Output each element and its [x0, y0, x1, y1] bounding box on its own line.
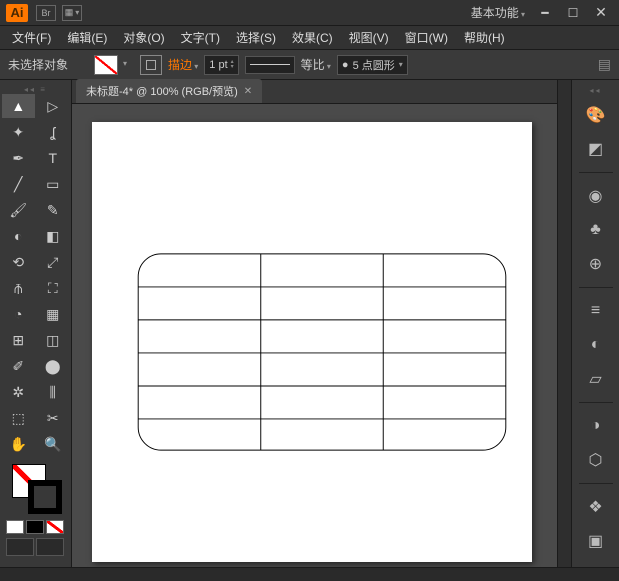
document-tab-strip: 未标题-4* @ 100% (RGB/预览) ✕: [72, 80, 557, 104]
menu-effect[interactable]: 效果(C): [284, 26, 341, 49]
fill-swatch[interactable]: [94, 55, 118, 75]
zoom-tool[interactable]: 🔍: [37, 432, 70, 456]
document-tab[interactable]: 未标题-4* @ 100% (RGB/预览) ✕: [76, 79, 262, 103]
menu-type[interactable]: 文字(T): [173, 26, 228, 49]
color-mode-solid[interactable]: [6, 520, 24, 534]
menu-bar: 文件(F) 编辑(E) 对象(O) 文字(T) 选择(S) 效果(C) 视图(V…: [0, 26, 619, 50]
menu-object[interactable]: 对象(O): [115, 26, 172, 49]
brushes-panel-icon[interactable]: ♣: [581, 217, 611, 243]
free-transform-tool[interactable]: ⛶: [37, 276, 70, 300]
maximize-button[interactable]: ☐: [561, 4, 585, 22]
tools-panel: ◂◂ ≡ ▲ ▷ ✦ ʆ ✒ T ╱ ▭ 🖌 ✎ ◐ ◧ ⟲ ⤢ ⫚ ⛶ ◔ ▦…: [0, 80, 72, 567]
stroke-weight-value: 1 pt: [209, 59, 227, 71]
selection-status: 未选择对象: [8, 56, 68, 73]
stroke-style-preview[interactable]: [245, 56, 295, 74]
pencil-tool[interactable]: ✎: [37, 198, 70, 222]
symbol-sprayer-tool[interactable]: ✲: [2, 380, 35, 404]
fill-stroke-control[interactable]: [2, 462, 69, 516]
close-tab-icon[interactable]: ✕: [244, 86, 252, 97]
swatches-panel-icon[interactable]: ◉: [581, 183, 611, 209]
stroke-label[interactable]: 描边: [168, 56, 198, 73]
appearance-panel-icon[interactable]: ◑: [581, 413, 611, 439]
selection-tool[interactable]: ▲: [2, 94, 35, 118]
menu-file[interactable]: 文件(F): [4, 26, 59, 49]
perspective-tool[interactable]: ▦: [37, 302, 70, 326]
menu-view[interactable]: 视图(V): [341, 26, 397, 49]
type-tool[interactable]: T: [37, 146, 70, 170]
status-bar: [0, 567, 619, 581]
brush-profile-value: 5 点圆形: [353, 57, 395, 73]
artboard[interactable]: [92, 122, 532, 562]
close-button[interactable]: ✕: [589, 4, 613, 22]
eraser-tool[interactable]: ◧: [37, 224, 70, 248]
gradient-tool[interactable]: ◫: [37, 328, 70, 352]
width-tool[interactable]: ⫚: [2, 276, 35, 300]
symbols-panel-icon[interactable]: ⊕: [581, 251, 611, 277]
scale-tool[interactable]: ⤢: [37, 250, 70, 274]
app-logo: Ai: [6, 4, 28, 22]
rounded-table-graphic[interactable]: [132, 252, 512, 452]
panel-grip-icon[interactable]: ◂◂: [589, 86, 601, 94]
stroke-color-icon[interactable]: [28, 480, 62, 514]
screen-mode-full[interactable]: [36, 538, 64, 556]
eyedropper-tool[interactable]: ✐: [2, 354, 35, 378]
color-mode-gradient[interactable]: [26, 520, 44, 534]
shape-builder-tool[interactable]: ◔: [2, 302, 35, 326]
stroke-panel-icon[interactable]: ≡: [581, 298, 611, 324]
artboard-tool[interactable]: ⬚: [2, 406, 35, 430]
color-mode-none[interactable]: [46, 520, 64, 534]
control-bar: 未选择对象 描边 1 pt ▴▾ 等比 ● 5 点圆形 ▾ ▤: [0, 50, 619, 80]
blend-tool[interactable]: ⬤: [37, 354, 70, 378]
screen-mode-normal[interactable]: [6, 538, 34, 556]
graphic-styles-panel-icon[interactable]: ⬡: [581, 447, 611, 473]
panel-grip-icon[interactable]: ◂◂ ≡: [2, 84, 69, 94]
paintbrush-tool[interactable]: 🖌: [2, 198, 35, 222]
magic-wand-tool[interactable]: ✦: [2, 120, 35, 144]
color-panel-icon[interactable]: 🎨: [581, 102, 611, 128]
right-panel-strip: ◂◂ 🎨 ◩ ◉ ♣ ⊕ ≡ ◐ ▱ ◑ ⬡ ❖ ▣: [571, 80, 619, 567]
menu-help[interactable]: 帮助(H): [456, 26, 513, 49]
canvas[interactable]: [72, 104, 557, 567]
document-tab-title: 未标题-4* @ 100% (RGB/预览): [86, 83, 238, 99]
slice-tool[interactable]: ✂: [37, 406, 70, 430]
minimize-button[interactable]: ━: [533, 4, 557, 22]
panel-dock-edge[interactable]: [557, 80, 571, 567]
color-guide-panel-icon[interactable]: ◩: [581, 136, 611, 162]
transparency-panel-icon[interactable]: ▱: [581, 366, 611, 392]
title-bar: Ai Br ▦ 基本功能 ━ ☐ ✕: [0, 0, 619, 26]
stroke-weight-input[interactable]: 1 pt ▴▾: [204, 55, 238, 75]
menu-select[interactable]: 选择(S): [228, 26, 284, 49]
lasso-tool[interactable]: ʆ: [37, 120, 70, 144]
brush-profile-select[interactable]: ● 5 点圆形 ▾: [337, 55, 408, 75]
document-area: 未标题-4* @ 100% (RGB/预览) ✕: [72, 80, 557, 567]
artboards-panel-icon[interactable]: ▣: [581, 528, 611, 554]
bridge-icon[interactable]: Br: [36, 5, 56, 21]
main-area: ◂◂ ≡ ▲ ▷ ✦ ʆ ✒ T ╱ ▭ 🖌 ✎ ◐ ◧ ⟲ ⤢ ⫚ ⛶ ◔ ▦…: [0, 80, 619, 567]
layers-panel-icon[interactable]: ❖: [581, 494, 611, 520]
blob-brush-tool[interactable]: ◐: [2, 224, 35, 248]
gradient-panel-icon[interactable]: ◐: [581, 332, 611, 358]
rectangle-tool[interactable]: ▭: [37, 172, 70, 196]
workspace-switcher[interactable]: 基本功能: [471, 4, 525, 21]
mesh-tool[interactable]: ⊞: [2, 328, 35, 352]
hand-tool[interactable]: ✋: [2, 432, 35, 456]
stepper-icon[interactable]: ▴▾: [231, 60, 234, 70]
arrange-documents-icon[interactable]: ▦: [62, 5, 82, 21]
menu-window[interactable]: 窗口(W): [397, 26, 456, 49]
stroke-swatch[interactable]: [140, 55, 162, 75]
menu-edit[interactable]: 编辑(E): [59, 26, 115, 49]
scale-label[interactable]: 等比: [301, 56, 331, 73]
control-menu-icon[interactable]: ▤: [598, 56, 611, 73]
direct-selection-tool[interactable]: ▷: [37, 94, 70, 118]
rotate-tool[interactable]: ⟲: [2, 250, 35, 274]
pen-tool[interactable]: ✒: [2, 146, 35, 170]
line-tool[interactable]: ╱: [2, 172, 35, 196]
graph-tool[interactable]: ⫼: [37, 380, 70, 404]
